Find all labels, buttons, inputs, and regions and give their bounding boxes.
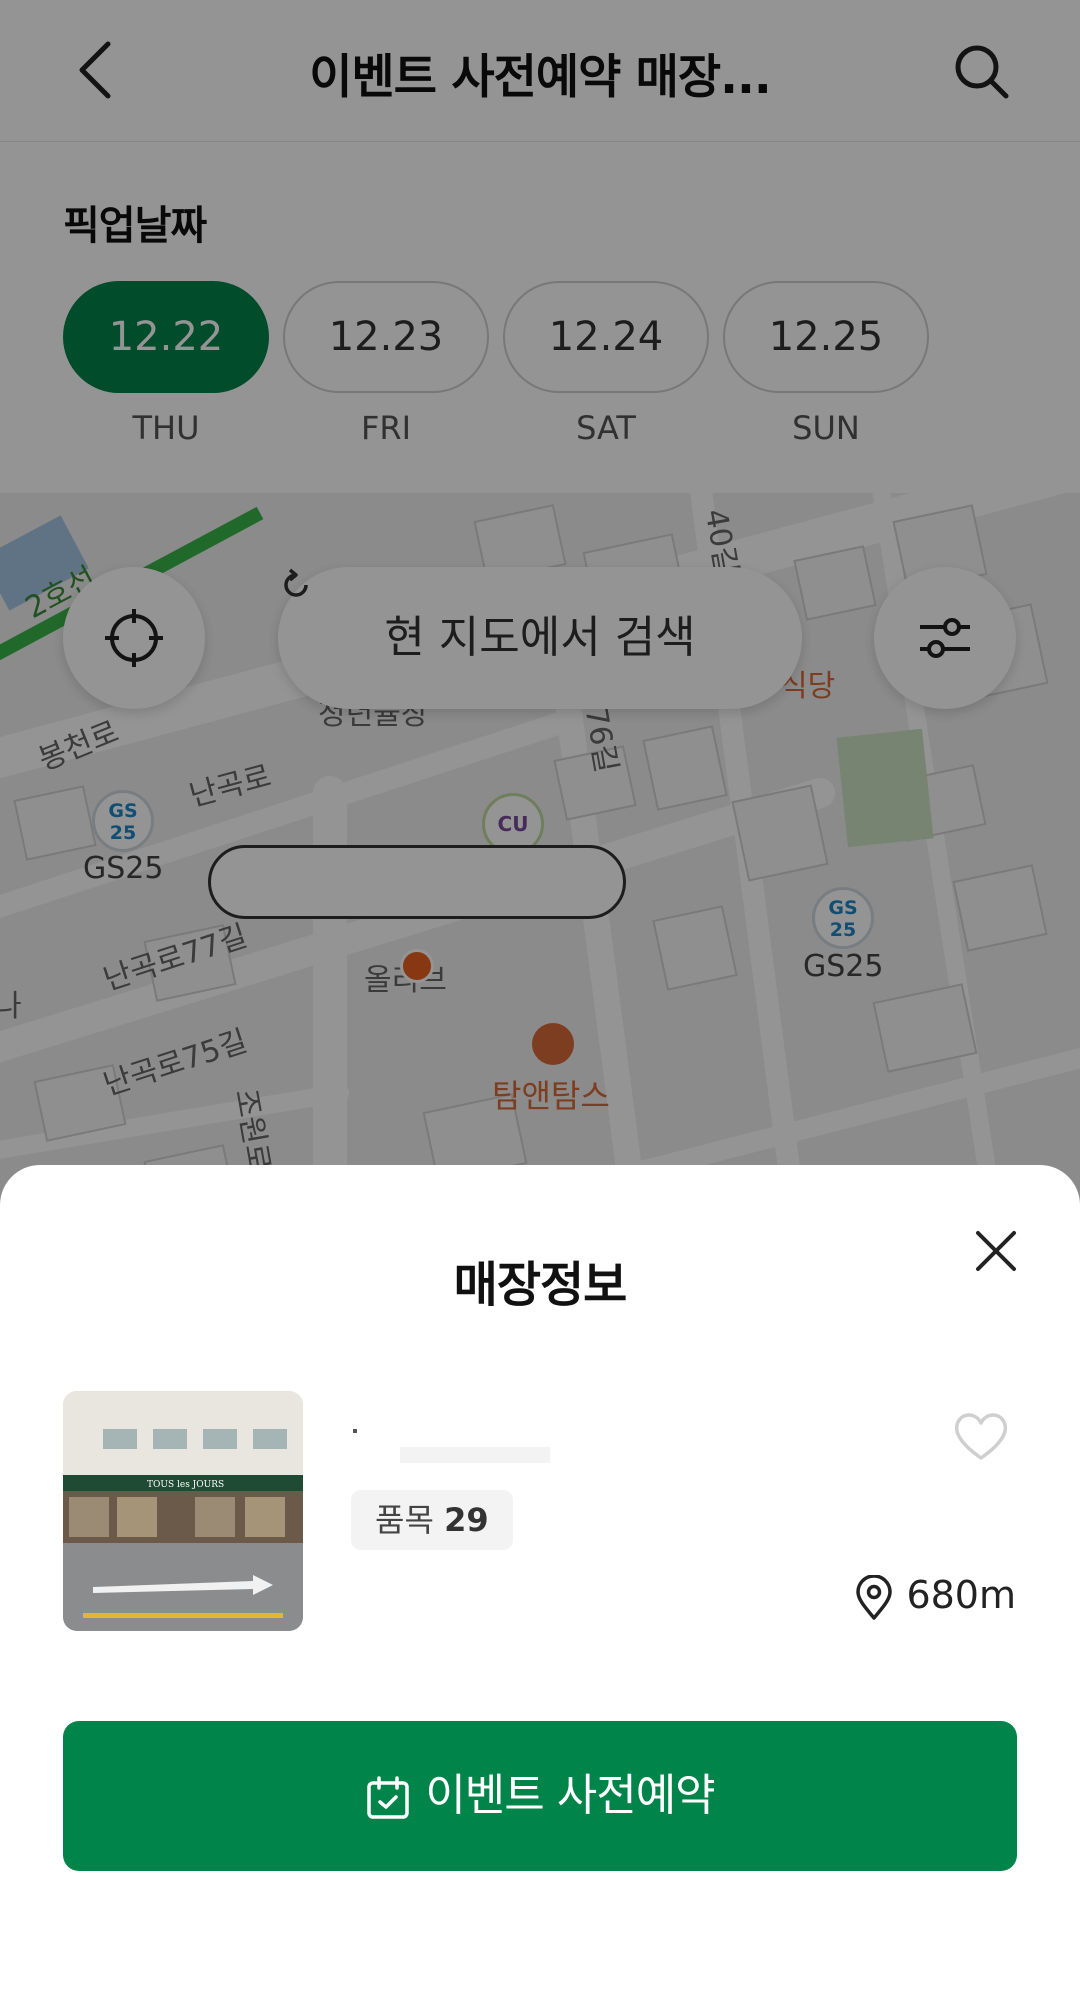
sheet-title: 매장정보 <box>453 1257 628 1313</box>
store-name-placeholder <box>353 1429 357 1433</box>
store-distance: 680m <box>854 1565 1016 1625</box>
calendar-check-icon <box>367 1776 410 1819</box>
location-pin-icon <box>856 1573 893 1620</box>
store-name-placeholder-bar <box>400 1447 550 1463</box>
item-count-label: 품목 <box>375 1501 434 1539</box>
store-sign: TOUS les JOURS <box>147 1480 224 1490</box>
close-icon[interactable] <box>972 1227 1020 1275</box>
store-photo: TOUS les JOURS <box>63 1391 303 1631</box>
store-info-sheet: 매장정보 TOUS les JOURS 품목 29 680m 이벤트 사전예약 <box>0 1165 1080 1997</box>
distance-value: 680m <box>906 1573 1016 1617</box>
item-count-value: 29 <box>444 1501 489 1539</box>
heart-favorite-icon[interactable] <box>952 1410 1010 1462</box>
event-preorder-button[interactable]: 이벤트 사전예약 <box>63 1721 1017 1871</box>
item-count-chip: 품목 29 <box>351 1490 513 1550</box>
store-thumbnail[interactable]: TOUS les JOURS <box>63 1391 303 1631</box>
event-preorder-label: 이벤트 사전예약 <box>425 1770 715 1821</box>
